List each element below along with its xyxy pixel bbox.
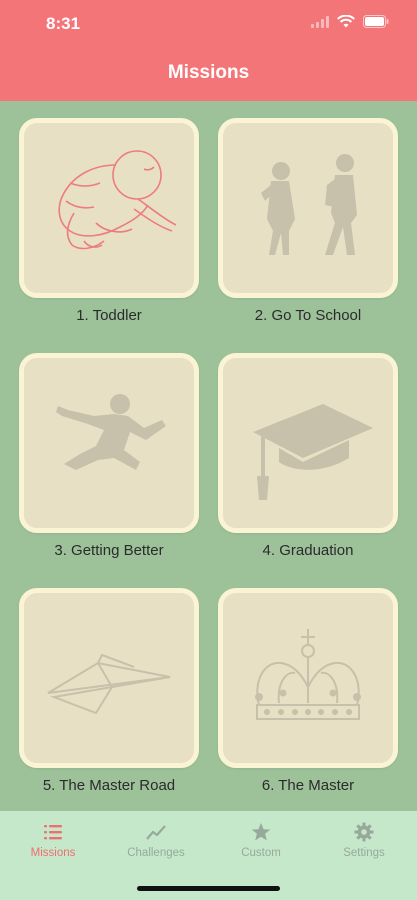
header-bar: 8:31 Missions [0, 0, 417, 101]
mission-tile-graduation[interactable] [218, 353, 398, 533]
mission-label-getting-better[interactable]: 3. Getting Better [9, 542, 209, 559]
crown-icon [255, 629, 361, 720]
paper-plane-icon [47, 653, 171, 715]
wifi-icon [337, 15, 355, 28]
graduation-cap-icon [253, 404, 373, 500]
mission-tile-toddler[interactable] [19, 118, 199, 298]
status-time: 8:31 [46, 14, 81, 33]
jumping-person-icon [56, 394, 166, 470]
home-indicator[interactable] [137, 886, 280, 891]
mission-tile-the-master[interactable] [218, 588, 398, 768]
battery-icon [363, 15, 389, 28]
mission-label-go-to-school[interactable]: 2. Go To School [208, 307, 408, 324]
tab-settings[interactable]: Settings [319, 821, 409, 859]
mission-label-toddler[interactable]: 1. Toddler [9, 307, 209, 324]
tab-challenges[interactable]: Challenges [111, 821, 201, 859]
tab-custom-label: Custom [241, 847, 281, 859]
mission-label-the-master[interactable]: 6. The Master [208, 777, 408, 794]
trend-line-icon [146, 825, 166, 840]
mission-tile-the-master-road[interactable] [19, 588, 199, 768]
mission-tile-getting-better[interactable] [19, 353, 199, 533]
page-title: Missions [167, 62, 250, 83]
mission-label-graduation[interactable]: 4. Graduation [208, 542, 408, 559]
list-icon [44, 825, 62, 840]
toddler-icon [58, 150, 177, 250]
star-icon [251, 823, 271, 841]
missions-grid: 1. Toddler 2. Go To School 3. Getting Be… [0, 101, 417, 811]
tab-challenges-label: Challenges [127, 847, 185, 859]
mission-tile-go-to-school[interactable] [218, 118, 398, 298]
tab-missions-label: Missions [30, 847, 76, 859]
tab-missions[interactable]: Missions [8, 821, 98, 859]
tab-custom[interactable]: Custom [216, 821, 306, 859]
tab-settings-label: Settings [343, 847, 385, 859]
mission-label-the-master-road[interactable]: 5. The Master Road [9, 777, 209, 794]
school-children-icon [261, 154, 357, 255]
status-icons [311, 15, 389, 28]
signal-icon [311, 15, 329, 28]
gear-icon [354, 822, 374, 842]
